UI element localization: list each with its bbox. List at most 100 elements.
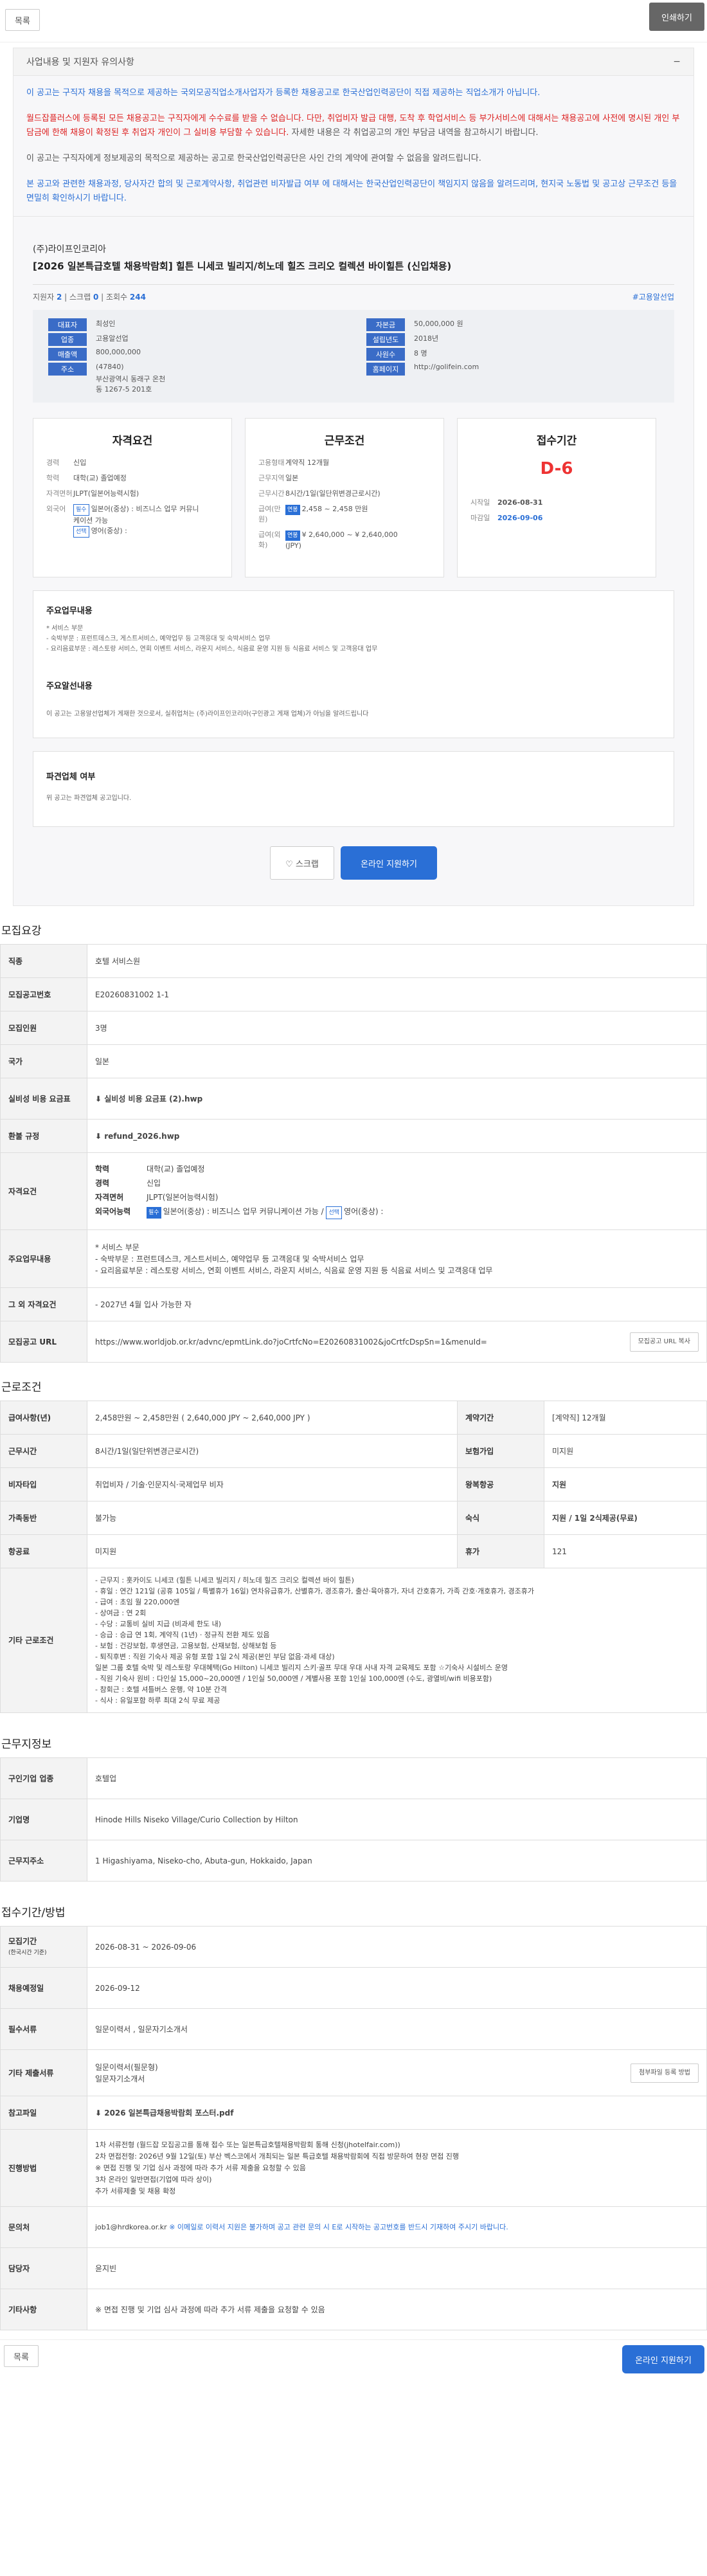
row-value: 2026-08-31 ~ 2026-09-06 bbox=[87, 1926, 707, 1968]
job-title: [2026 일본특급호텔 채용박람회] 힐튼 니세코 빌리지/히노데 힐즈 크리… bbox=[33, 260, 452, 272]
info-value: 8 명 bbox=[414, 349, 427, 358]
views-label: 조회수 bbox=[105, 293, 128, 302]
row-label: 근무지주소 bbox=[0, 1840, 87, 1882]
row-label: 보험가입 bbox=[456, 1434, 544, 1468]
row-value: 호텔 서비스원 bbox=[87, 944, 707, 978]
info-value: 50,000,000 원 bbox=[414, 320, 463, 328]
row-label: 기타 근로조건 bbox=[0, 1568, 87, 1713]
row-label: 국가 bbox=[0, 1044, 87, 1078]
row-value: 일문이력서(필문형) bbox=[95, 2062, 158, 2072]
row-label: 급여사항(년) bbox=[0, 1401, 87, 1435]
duty-section: 주요업무내용 * 서비스 부문 - 숙박부문 : 프런트데스크, 게스트서비스,… bbox=[33, 590, 674, 738]
sub-label: 외국어능력 bbox=[95, 1207, 131, 1216]
org-text: 이 공고는 고용알선업체가 게재한 것으로서, 실취업처는 (주)라이프인코리아… bbox=[46, 711, 369, 718]
print-button[interactable]: 인쇄하기 bbox=[649, 3, 704, 31]
reference-file-link[interactable]: ⬇ 2026 일본특급채용박람회 포스터.pdf bbox=[87, 2096, 707, 2130]
kv-value: 2,458 ~ 2,458 만원 bbox=[301, 505, 368, 513]
apply-table: 모집기간 (한국시간 기준) 2026-08-31 ~ 2026-09-06 채용예… bbox=[0, 1926, 707, 2330]
industry-tag[interactable]: #고용알선업 bbox=[632, 291, 674, 302]
row-value: 1 Higashiyama, Niseko-cho, Abuta-gun, Ho… bbox=[87, 1840, 707, 1882]
row-value: 윤지빈 bbox=[87, 2247, 707, 2289]
info-value: 2018년 bbox=[414, 334, 439, 343]
row-label: 왕복항공 bbox=[456, 1467, 544, 1501]
dispatch-section: 파견업체 여부 위 공고는 파견업체 공고입니다. bbox=[33, 751, 674, 827]
work-heading: 근로조건 bbox=[1, 1381, 42, 1394]
sub-value: 영어(중상) : bbox=[344, 1207, 384, 1216]
condition-line: - 참회근 : 호텔 셔틀버스 운행, 약 10분 간격 bbox=[95, 1685, 227, 1694]
contact-email[interactable]: job1@hrdkorea.or.kr bbox=[95, 2223, 167, 2231]
kv-label: 경력 bbox=[46, 458, 60, 467]
duty-line: - 숙박부문 : 프런트데스크, 게스트서비스, 예약업무 등 고객응대 및 숙… bbox=[46, 635, 271, 642]
notice-paragraph: 본 공고와 관련한 채용과정, 당사자간 합의 및 근로계약사항, 취업관련 비… bbox=[26, 179, 677, 203]
summary-cards: 자격요건 경력 신입 학력 대학(교) 졸업예정 자격면허 JLPT(일본어능력시험)… bbox=[33, 418, 674, 577]
kv-value: JLPT(일본어능력시험) bbox=[73, 489, 139, 498]
job-summary-card: (주)라이프인코리아 [2026 일본특급호텔 채용박람회] 힐튼 니세코 빌리… bbox=[13, 217, 694, 906]
file-name: refund_2026.hwp bbox=[104, 1131, 180, 1141]
notice-paragraph: 이 공고는 구직자 채용을 목적으로 제공하는 국외모공직업소개사업자가 등록한… bbox=[26, 88, 541, 98]
end-date: 2026-09-06 bbox=[497, 514, 543, 522]
row-value: 3명 bbox=[87, 1011, 707, 1045]
kv-label: 자격면허 bbox=[46, 489, 73, 498]
section-title: 주요알선내용 bbox=[46, 682, 93, 691]
row-label: 모집공고 URL bbox=[0, 1321, 87, 1363]
refund-file-link[interactable]: ⬇ refund_2026.hwp bbox=[87, 1119, 707, 1153]
recruit-table: 직종 호텔 서비스원 모집공고번호 E20260831002 1-1 모집인원 3명 … bbox=[0, 944, 707, 1363]
bottom-bar: 목록 온라인 지원하기 bbox=[0, 2339, 707, 2379]
d-day-badge: D-6 bbox=[540, 459, 573, 478]
apply-online-button[interactable]: 온라인 지원하기 bbox=[341, 846, 437, 880]
row-label: 기타 제출서류 bbox=[0, 2049, 87, 2096]
homepage-link[interactable]: http://golifein.com bbox=[414, 363, 479, 371]
notice-header[interactable]: 사업내용 및 지원자 유의사항 − bbox=[13, 48, 694, 76]
recruit-url[interactable]: https://www.worldjob.or.kr/advnc/epmtLin… bbox=[95, 1336, 584, 1348]
applicants-count: 2 bbox=[56, 293, 62, 302]
back-to-list-button[interactable]: 목록 bbox=[4, 2345, 39, 2367]
notice-body: 이 공고는 구직자 채용을 목적으로 제공하는 국외모공직업소개사업자가 등록한… bbox=[13, 76, 694, 217]
back-to-list-button[interactable]: 목록 bbox=[5, 9, 40, 31]
row-value: 불가능 bbox=[87, 1501, 458, 1535]
row-label: 그 외 자격요건 bbox=[0, 1287, 87, 1321]
row-value: 지원 bbox=[543, 1467, 707, 1501]
notice-section: 사업내용 및 지원자 유의사항 − 이 공고는 구직자 채용을 목적으로 제공하… bbox=[0, 48, 707, 217]
row-label: 자격요건 bbox=[0, 1152, 87, 1230]
sub-label: 자격면허 bbox=[95, 1193, 124, 1202]
condition-line: - 퇴직후변 : 직원 기숙사 제공 유형 포함 1일 2식 제공(본인 부담 … bbox=[95, 1653, 335, 1661]
notice-title: 사업내용 및 지원자 유의사항 bbox=[26, 57, 134, 68]
row-label: 직종 bbox=[0, 944, 87, 978]
row-label: 기타사항 bbox=[0, 2289, 87, 2330]
apply-heading: 접수기간/방법 bbox=[1, 1907, 66, 1919]
dispatch-text: 위 공고는 파견업체 공고입니다. bbox=[46, 795, 132, 802]
condition-line: 일본 그룹 호텔 숙박 및 레스토랑 우대혜택(Go Hilton) 니세코 빌… bbox=[95, 1664, 508, 1672]
kv-label: 급여(외화) bbox=[258, 531, 281, 549]
kv-label: 근무시간 bbox=[258, 489, 285, 498]
required-tag: 필수 bbox=[73, 504, 89, 516]
place-heading: 근무지정보 bbox=[1, 1738, 52, 1751]
info-label: 주소 bbox=[48, 363, 87, 376]
copy-url-button[interactable]: 모집공고 URL 복사 bbox=[629, 1332, 699, 1352]
cost-file-link[interactable]: ⬇ 실비성 비용 요금표 (2).hwp bbox=[87, 1078, 707, 1120]
duty-line: - 숙박부문 : 프런트데스크, 게스트서비스, 예약업무 등 고객응대 및 숙… bbox=[95, 1254, 364, 1264]
process-line: ※ 면접 진행 및 기업 심사 과정에 따라 추가 서류 제출을 요청할 수 있… bbox=[95, 2163, 306, 2172]
file-name: 2026 일본특급채용박람회 포스터.pdf bbox=[104, 2108, 234, 2118]
row-value: 8시간/1일(일단위변경근로시간) bbox=[87, 1434, 458, 1468]
company-info: 대표자 최성인 업종 고용알선업 매출액 800,000,000 주소 (47840) 부… bbox=[33, 310, 674, 403]
work-table: 급여사항(년) 2,458만원 ~ 2,458만원 ( 2,640,000 JPY… bbox=[0, 1401, 707, 1713]
kv-value: 영어(중상) : bbox=[91, 527, 127, 535]
row-value: 취업비자 / 기술·인문지식·국제업무 비자 bbox=[87, 1467, 458, 1501]
row-label: 채용예정일 bbox=[0, 1967, 87, 2009]
row-value: 호텔업 bbox=[87, 1757, 707, 1799]
attachment-guide-button[interactable]: 첨부파일 등록 방법 bbox=[631, 2063, 699, 2083]
company-name: (주)라이프인코리아 bbox=[33, 244, 106, 255]
apply-online-button[interactable]: 온라인 지원하기 bbox=[622, 2345, 704, 2373]
card-title: 근무조건 bbox=[324, 435, 365, 448]
row-value: 2026-09-12 bbox=[87, 1967, 707, 2009]
kv-label: 고용형태 bbox=[258, 458, 285, 467]
card-title: 접수기간 bbox=[536, 435, 577, 448]
kv-value: 일본어(중상) : 비즈니스 업무 커뮤니케이션 가능 bbox=[73, 505, 199, 525]
start-date: 2026-08-31 bbox=[497, 498, 543, 507]
section-title: 주요업무내용 bbox=[46, 606, 93, 616]
optional-tag: 선택 bbox=[73, 526, 89, 538]
collapse-icon[interactable]: − bbox=[673, 57, 681, 67]
scrap-button[interactable]: ♡ 스크랩 bbox=[270, 846, 334, 880]
kv-label: 급여(만원) bbox=[258, 505, 281, 523]
sub-value: 신입 bbox=[147, 1179, 161, 1188]
